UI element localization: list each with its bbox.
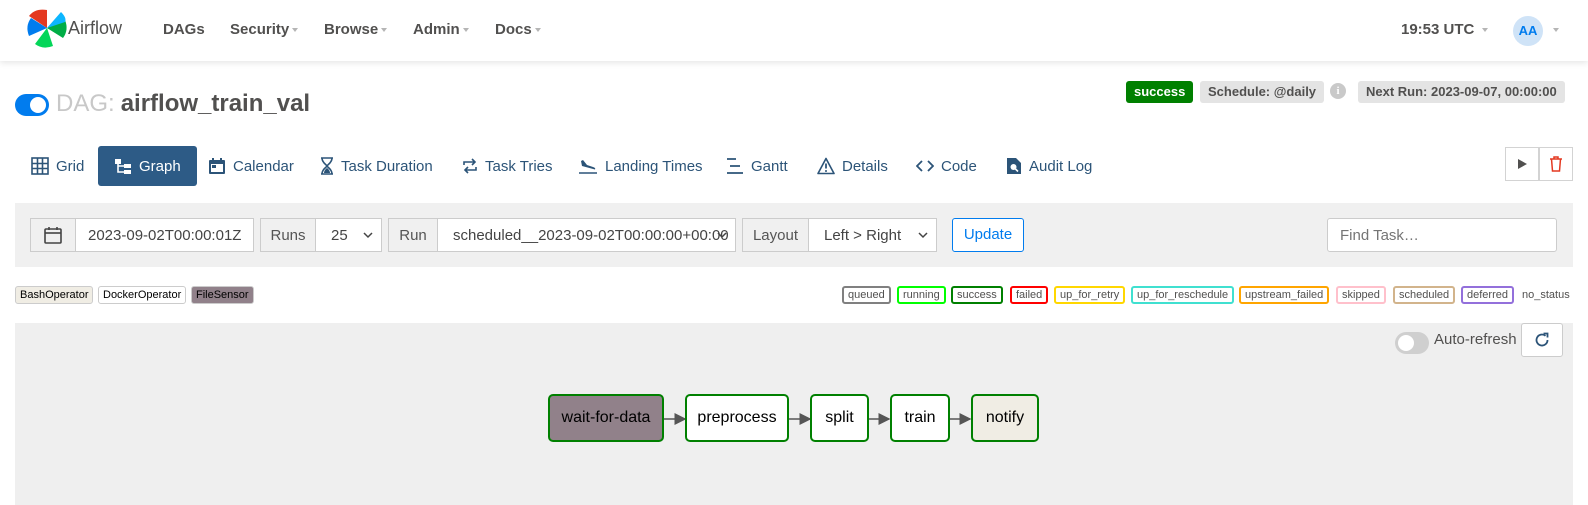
graph-edges: [664, 413, 972, 425]
task-node-preprocess[interactable]: preprocess: [685, 394, 789, 442]
task-node-notify[interactable]: notify: [971, 394, 1039, 442]
task-node-wait-for-data[interactable]: wait-for-data: [548, 394, 664, 442]
task-node-train[interactable]: train: [890, 394, 950, 442]
task-node-split[interactable]: split: [810, 394, 869, 442]
